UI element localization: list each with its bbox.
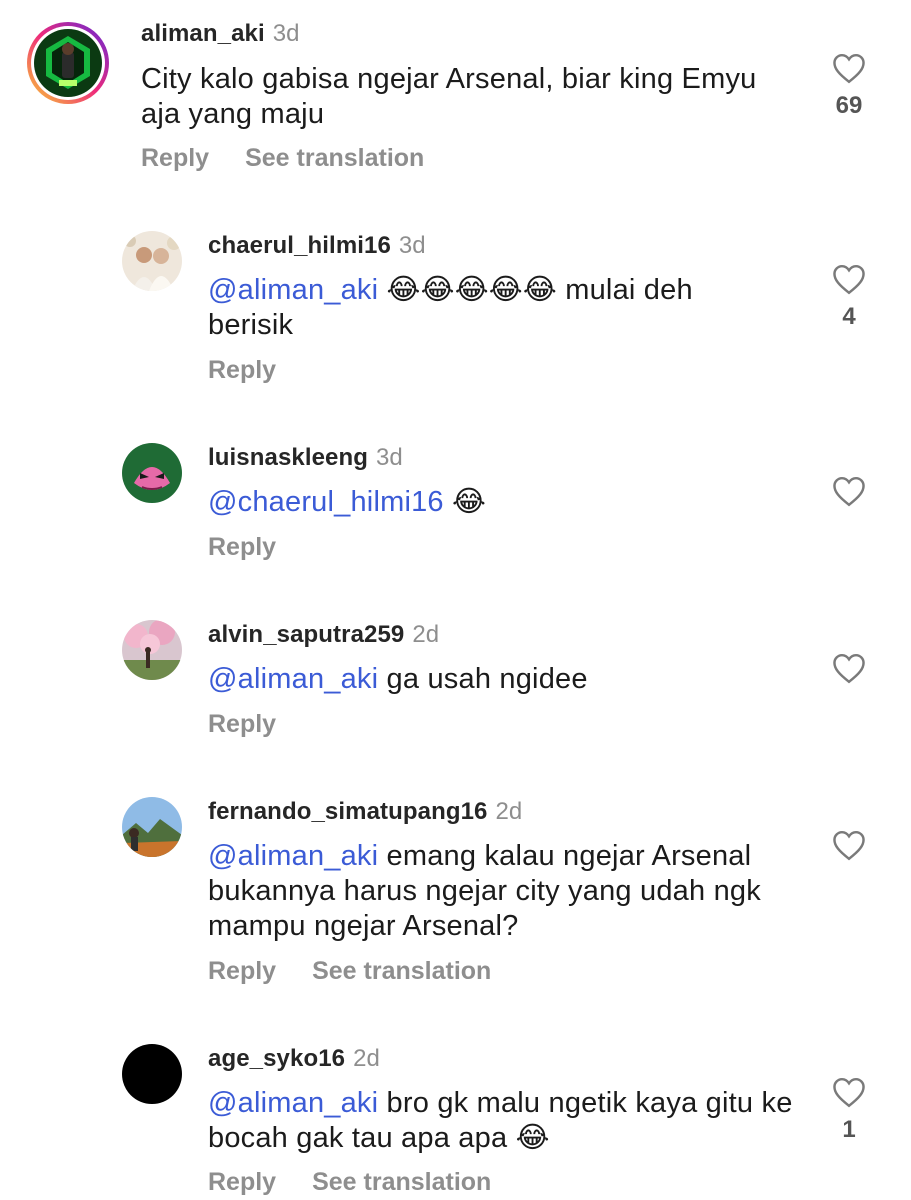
avatar[interactable] [122, 443, 182, 503]
see-translation-button[interactable]: See translation [245, 144, 424, 172]
timestamp: 2d [495, 798, 523, 825]
comment-actions: Reply [208, 533, 312, 562]
mention-link[interactable]: @aliman_aki [208, 840, 378, 872]
comment-actions: Reply [208, 710, 312, 739]
heart-outline-icon[interactable] [831, 1076, 867, 1108]
reply-button[interactable]: Reply [208, 710, 276, 738]
comment-header: fernando_simatupang16 2d [208, 798, 522, 826]
username[interactable]: alvin_saputra259 [208, 621, 404, 648]
comment-text: @aliman_aki ga usah ngidee [208, 662, 768, 697]
mention-link[interactable]: @aliman_aki [208, 1087, 378, 1119]
comment-header: age_syko16 2d [208, 1045, 380, 1073]
avatar[interactable] [122, 620, 182, 680]
username[interactable]: age_syko16 [208, 1045, 345, 1072]
comment-text: City kalo gabisa ngejar Arsenal, biar ki… [141, 62, 761, 132]
like-count: 1 [842, 1116, 856, 1143]
mention-link[interactable]: @aliman_aki [208, 274, 378, 306]
reply-button[interactable]: Reply [208, 533, 276, 561]
avatar[interactable] [122, 1044, 182, 1104]
comment-text: @aliman_aki 😂😂😂😂😂 mulai deh berisik [208, 273, 768, 343]
avatar[interactable] [122, 231, 182, 291]
comment-text: @aliman_aki emang kalau ngejar Arsenal b… [208, 839, 798, 944]
heart-outline-icon[interactable] [831, 652, 867, 684]
emoji-group: 😂 [452, 486, 487, 518]
comment-text: @chaerul_hilmi16 😂 [208, 485, 768, 520]
emoji-group: 😂😂😂😂😂 [386, 274, 557, 306]
like-group [829, 652, 869, 684]
comment-header: luisnaskleeng 3d [208, 444, 403, 472]
username[interactable]: fernando_simatupang16 [208, 798, 488, 825]
comment-text: @aliman_aki bro gk malu ngetik kaya gitu… [208, 1086, 798, 1156]
heart-outline-icon[interactable] [831, 52, 867, 84]
comment-header: alvin_saputra259 2d [208, 621, 439, 649]
reply-button[interactable]: Reply [141, 144, 209, 172]
heart-outline-icon[interactable] [831, 263, 867, 295]
comment-actions: Reply See translation [208, 1168, 527, 1197]
like-group: 1 [829, 1076, 869, 1144]
like-group [829, 475, 869, 507]
see-translation-button[interactable]: See translation [312, 957, 491, 985]
mention-link[interactable]: @aliman_aki [208, 663, 378, 695]
mention-link[interactable]: @chaerul_hilmi16 [208, 486, 444, 518]
emoji-group: 😂 [515, 1122, 550, 1154]
like-count: 69 [835, 92, 863, 119]
timestamp: 3d [272, 20, 300, 47]
comment-body: City kalo gabisa ngejar Arsenal, biar ki… [141, 63, 757, 130]
like-group [829, 829, 869, 861]
heart-outline-icon[interactable] [831, 829, 867, 861]
comment-header: aliman_aki 3d [141, 20, 299, 48]
like-group: 69 [829, 52, 869, 120]
avatar[interactable] [26, 16, 110, 110]
like-group: 4 [829, 263, 869, 331]
comment-header: chaerul_hilmi16 3d [208, 232, 426, 260]
avatar[interactable] [122, 797, 182, 857]
reply-button[interactable]: Reply [208, 1168, 276, 1196]
timestamp: 2d [412, 621, 440, 648]
timestamp: 3d [398, 232, 426, 259]
reply-button[interactable]: Reply [208, 356, 276, 384]
comment-actions: Reply See translation [141, 144, 460, 173]
comment-actions: Reply [208, 356, 312, 385]
username[interactable]: luisnaskleeng [208, 444, 368, 471]
comment-actions: Reply See translation [208, 957, 527, 986]
see-translation-button[interactable]: See translation [312, 1168, 491, 1196]
heart-outline-icon[interactable] [831, 475, 867, 507]
timestamp: 2d [353, 1045, 380, 1072]
timestamp: 3d [376, 444, 403, 471]
comment-body: ga usah ngidee [386, 663, 588, 695]
reply-button[interactable]: Reply [208, 957, 276, 985]
username[interactable]: aliman_aki [141, 20, 265, 47]
like-count: 4 [842, 303, 856, 330]
username[interactable]: chaerul_hilmi16 [208, 232, 391, 259]
